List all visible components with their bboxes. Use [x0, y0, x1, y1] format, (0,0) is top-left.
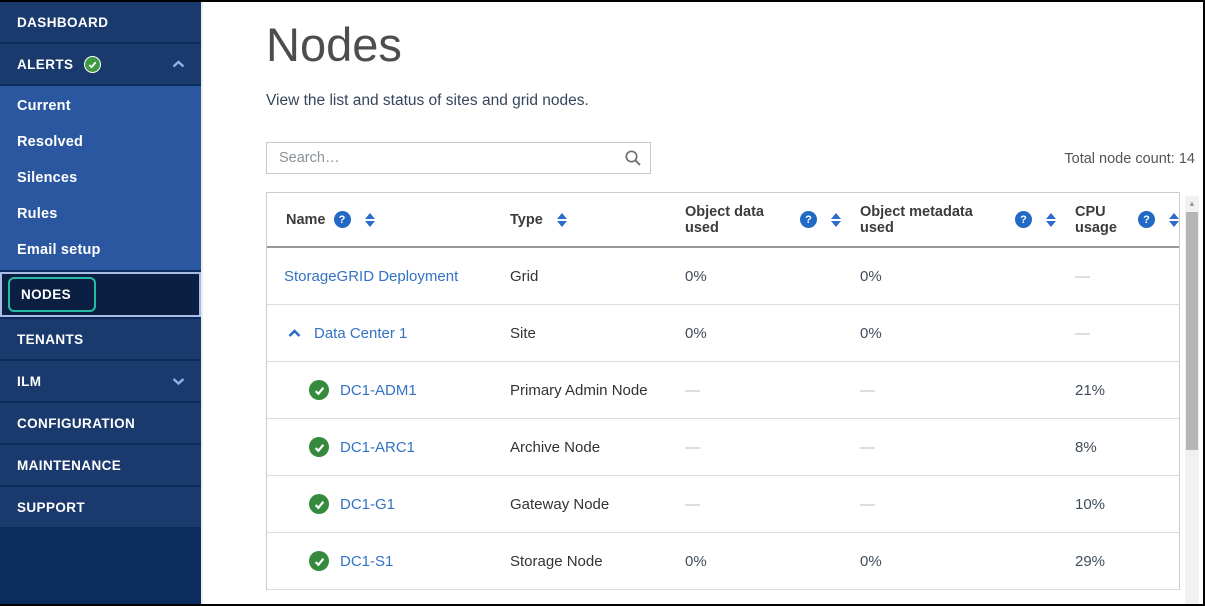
object-data-used-value: — — [685, 496, 700, 513]
object-data-used-value: — — [685, 439, 700, 456]
sidebar-item-silences[interactable]: Silences — [0, 160, 201, 196]
cpu-usage-value: — — [1075, 268, 1090, 285]
sidebar-item-configuration[interactable]: CONFIGURATION — [0, 403, 201, 443]
sidebar-item-dashboard[interactable]: DASHBOARD — [0, 2, 201, 42]
help-icon[interactable]: ? — [800, 211, 817, 228]
cpu-usage-value: — — [1075, 325, 1090, 342]
sidebar-item-label: MAINTENANCE — [17, 458, 121, 473]
sidebar-item-label: DASHBOARD — [17, 15, 108, 30]
sort-icon[interactable] — [831, 213, 841, 227]
sidebar-item-rules[interactable]: Rules — [0, 196, 201, 232]
scrollbar-up-arrow-icon[interactable]: ▲ — [1185, 196, 1199, 211]
sidebar-item-ilm[interactable]: ILM — [0, 361, 201, 401]
node-status-check-icon — [309, 551, 329, 571]
sidebar-item-tenants[interactable]: TENANTS — [0, 319, 201, 359]
sidebar-item-nodes[interactable]: NODES — [0, 272, 201, 317]
sort-icon[interactable] — [1046, 213, 1056, 227]
sidebar-item-alerts[interactable]: ALERTS — [0, 44, 201, 84]
object-metadata-used-value: 0% — [860, 553, 882, 570]
sort-icon[interactable] — [365, 213, 375, 227]
sidebar-item-label: SUPPORT — [17, 500, 85, 515]
node-status-check-icon — [309, 380, 329, 400]
total-node-count: Total node count: 14 — [1064, 151, 1195, 174]
sort-icon[interactable] — [557, 213, 567, 227]
nodes-table: Name ? Type Object data used ? Object me… — [266, 192, 1180, 590]
chevron-down-icon[interactable] — [172, 377, 189, 386]
help-icon[interactable]: ? — [1138, 211, 1155, 228]
node-link[interactable]: DC1-ADM1 — [340, 382, 417, 399]
sidebar-filler — [0, 529, 201, 604]
alerts-submenu: Current Resolved Silences Rules Email se… — [0, 86, 201, 270]
table-row-node: DC1-S1 Storage Node 0% 0% 29% — [267, 533, 1179, 590]
column-header-cpu-usage: CPU usage ? — [1056, 204, 1179, 236]
page-subtitle: View the list and status of sites and gr… — [266, 92, 1203, 110]
node-link[interactable]: DC1-S1 — [340, 553, 393, 570]
table-row-site: Data Center 1 Site 0% 0% — — [267, 305, 1179, 362]
sidebar: DASHBOARD ALERTS Current Resolved Silenc… — [0, 2, 201, 604]
sidebar-item-label: ALERTS — [17, 57, 73, 72]
search-icon[interactable] — [624, 149, 642, 172]
node-type: Site — [510, 325, 536, 342]
column-header-type: Type — [491, 212, 666, 228]
node-status-check-icon — [309, 437, 329, 457]
node-type: Archive Node — [510, 439, 600, 456]
sidebar-item-label: ILM — [17, 374, 41, 389]
vertical-scrollbar[interactable]: ▲ — [1185, 196, 1199, 604]
sidebar-item-label: CONFIGURATION — [17, 416, 135, 431]
table-row-node: DC1-ADM1 Primary Admin Node — — 21% — [267, 362, 1179, 419]
object-metadata-used-value: — — [860, 496, 875, 513]
scrollbar-thumb[interactable] — [1186, 212, 1198, 450]
object-metadata-used-value: 0% — [860, 325, 882, 342]
table-row-grid: StorageGRID Deployment Grid 0% 0% — — [267, 248, 1179, 305]
object-data-used-value: 0% — [685, 325, 707, 342]
search-box — [266, 142, 651, 174]
cpu-usage-value: 29% — [1075, 553, 1105, 570]
sidebar-item-current[interactable]: Current — [0, 88, 201, 124]
object-data-used-value: 0% — [685, 268, 707, 285]
app-window: DASHBOARD ALERTS Current Resolved Silenc… — [0, 0, 1205, 606]
node-link[interactable]: DC1-G1 — [340, 496, 395, 513]
main-content: Nodes View the list and status of sites … — [201, 2, 1203, 604]
column-header-name: Name ? — [267, 211, 491, 228]
sidebar-item-resolved[interactable]: Resolved — [0, 124, 201, 160]
node-type: Primary Admin Node — [510, 382, 648, 399]
object-data-used-value: 0% — [685, 553, 707, 570]
help-icon[interactable]: ? — [1015, 211, 1032, 228]
nodes-focus-outline: NODES — [8, 277, 96, 312]
sort-icon[interactable] — [1169, 213, 1179, 227]
node-link[interactable]: StorageGRID Deployment — [284, 268, 458, 285]
alerts-status-check-icon — [84, 56, 101, 73]
sidebar-item-label: NODES — [21, 287, 71, 302]
cpu-usage-value: 8% — [1075, 439, 1097, 456]
cpu-usage-value: 10% — [1075, 496, 1105, 513]
cpu-usage-value: 21% — [1075, 382, 1105, 399]
object-data-used-value: — — [685, 382, 700, 399]
sidebar-item-email-setup[interactable]: Email setup — [0, 232, 201, 268]
column-header-object-data-used: Object data used ? — [666, 204, 841, 236]
table-row-node: DC1-G1 Gateway Node — — 10% — [267, 476, 1179, 533]
object-metadata-used-value: — — [860, 382, 875, 399]
chevron-up-icon[interactable] — [172, 60, 189, 69]
node-link[interactable]: Data Center 1 — [314, 325, 407, 342]
collapse-chevron-up-icon[interactable] — [288, 329, 301, 338]
toolbar: Total node count: 14 — [266, 142, 1195, 174]
node-type: Storage Node — [510, 553, 603, 570]
object-metadata-used-value: 0% — [860, 268, 882, 285]
node-type: Grid — [510, 268, 538, 285]
node-status-check-icon — [309, 494, 329, 514]
table-header-row: Name ? Type Object data used ? Object me… — [267, 193, 1179, 248]
sidebar-item-maintenance[interactable]: MAINTENANCE — [0, 445, 201, 485]
sidebar-item-support[interactable]: SUPPORT — [0, 487, 201, 527]
node-type: Gateway Node — [510, 496, 609, 513]
table-row-node: DC1-ARC1 Archive Node — — 8% — [267, 419, 1179, 476]
column-header-object-metadata-used: Object metadata used ? — [841, 204, 1056, 236]
search-input[interactable] — [266, 142, 651, 174]
object-metadata-used-value: — — [860, 439, 875, 456]
node-link[interactable]: DC1-ARC1 — [340, 439, 415, 456]
help-icon[interactable]: ? — [334, 211, 351, 228]
page-title: Nodes — [266, 18, 1203, 72]
sidebar-item-label: TENANTS — [17, 332, 84, 347]
